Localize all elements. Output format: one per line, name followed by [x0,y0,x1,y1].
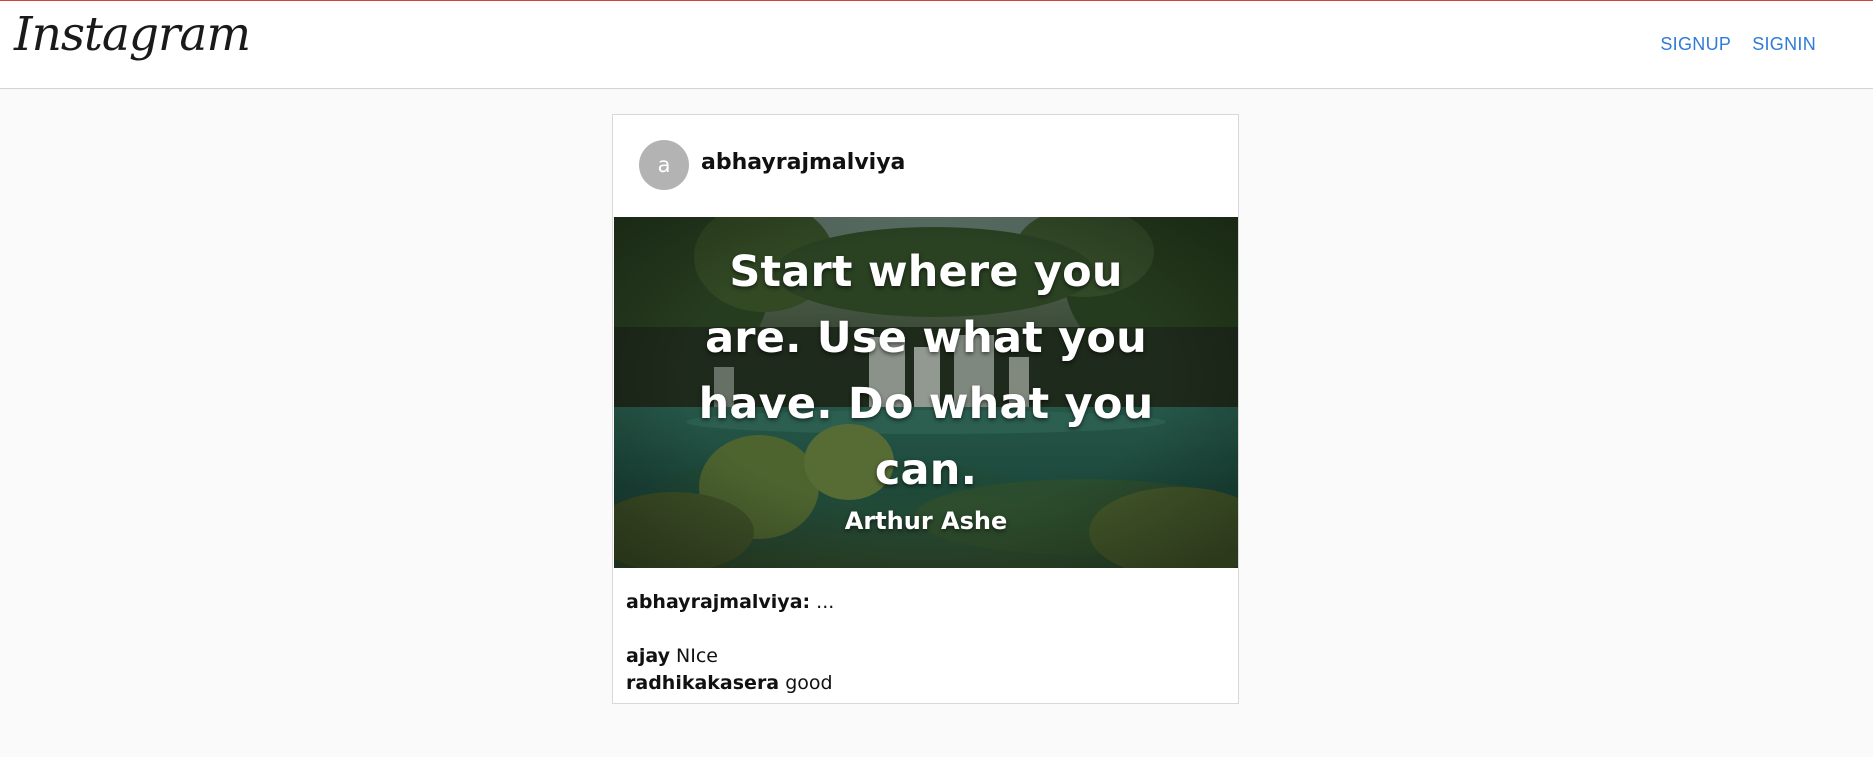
signin-link[interactable]: SIGNIN [1752,34,1816,55]
instagram-logo[interactable]: Instagram [14,11,251,58]
quote-line: have. Do what you [698,379,1154,429]
post-username[interactable]: abhayrajmalviya [701,150,905,175]
post-header: a abhayrajmalviya [613,115,1238,217]
comment-username[interactable]: ajay [626,645,670,667]
post-image[interactable]: Start where you are. Use what you have. … [614,217,1238,568]
quote-author: Arthur Ashe [844,507,1008,535]
comment: radhikakasera good [626,670,833,697]
quote-line: can. [874,445,978,495]
caption-username[interactable]: abhayrajmalviya: [626,591,810,613]
avatar[interactable]: a [639,140,689,190]
post-caption: abhayrajmalviya: ... [626,591,834,613]
top-header: Instagram SIGNUP SIGNIN [0,1,1873,89]
auth-nav: SIGNUP SIGNIN [1660,34,1816,55]
comment-username[interactable]: radhikakasera [626,672,779,694]
signup-link[interactable]: SIGNUP [1660,34,1731,55]
comment-text: good [785,672,833,694]
quote-line: are. Use what you [705,313,1147,363]
comment-text: NIce [676,645,718,667]
caption-text: ... [816,591,835,613]
post-card: a abhayrajmalviya Start where you are. U… [612,114,1239,704]
comment: ajay NIce [626,643,833,670]
comments-list: ajay NIce radhikakasera good [626,643,833,697]
quote-text: Start where you are. Use what you have. … [614,239,1238,503]
quote-line: Start where you [729,247,1123,297]
